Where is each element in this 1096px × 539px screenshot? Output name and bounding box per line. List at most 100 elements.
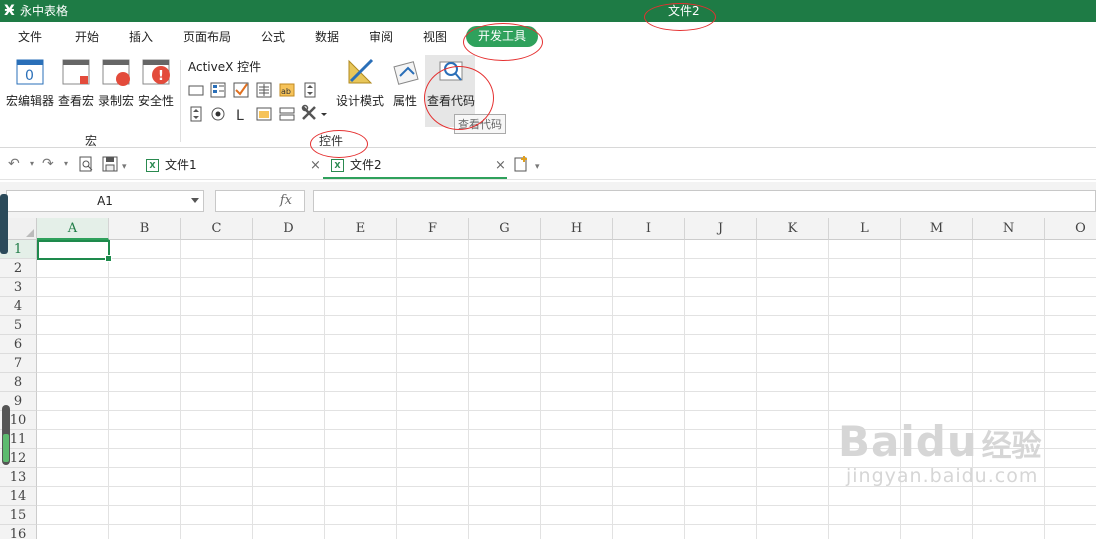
watermark-url: jingyan.baidu.com [846, 465, 1039, 487]
design-mode-button[interactable]: 设计模式 [336, 58, 384, 109]
row-header[interactable]: 7 [0, 354, 37, 373]
row-header[interactable]: 8 [0, 373, 37, 392]
formula-input[interactable] [313, 190, 1096, 212]
row-header[interactable]: 14 [0, 487, 37, 506]
fx-icon[interactable]: fx [280, 193, 292, 208]
active-cell-a1[interactable] [37, 240, 112, 262]
menu-data[interactable]: 数据 [315, 30, 339, 45]
row-header[interactable]: 5 [0, 316, 37, 335]
view-macros-label: 查看宏 [58, 94, 95, 108]
column-header[interactable]: B [109, 218, 181, 240]
list-box-icon[interactable] [256, 82, 272, 98]
row-header[interactable]: 6 [0, 335, 37, 354]
scroll-bar-icon[interactable] [302, 82, 318, 98]
watermark-brand: Bai [838, 417, 916, 466]
column-header[interactable]: A [37, 218, 109, 240]
redo-dropdown-icon[interactable]: ▾ [64, 157, 68, 171]
macro-editor-icon: 0 [16, 58, 44, 86]
app-logo-icon: Ӿ [4, 3, 15, 19]
column-header[interactable]: F [397, 218, 469, 240]
macro-editor-button[interactable]: 0 宏编辑器 [6, 58, 54, 109]
redo-icon[interactable]: ↷ [42, 157, 54, 171]
spreadsheet-icon: X [331, 159, 344, 172]
command-button-icon[interactable] [188, 82, 204, 98]
combo-box-icon[interactable] [210, 82, 226, 98]
column-header[interactable]: H [541, 218, 613, 240]
menu-file[interactable]: 文件 [18, 30, 42, 45]
tab-file1-label: 文件1 [165, 158, 197, 172]
record-macro-label: 录制宏 [98, 94, 135, 108]
menu-home[interactable]: 开始 [75, 30, 99, 45]
side-panel-handle[interactable] [0, 194, 8, 254]
text-box-icon[interactable]: ab [279, 82, 295, 98]
column-header[interactable]: G [469, 218, 541, 240]
row-header[interactable]: 15 [0, 506, 37, 525]
column-header[interactable]: C [181, 218, 253, 240]
column-header[interactable]: K [757, 218, 829, 240]
tab-file2[interactable]: X 文件2 [323, 155, 507, 179]
menu-insert[interactable]: 插入 [129, 30, 153, 45]
new-tab-dropdown-icon[interactable]: ▾ [535, 160, 540, 174]
macro-group-label: 宏 [85, 134, 98, 148]
svg-text:ab: ab [281, 87, 291, 96]
column-header[interactable]: M [901, 218, 973, 240]
name-box-value: A1 [97, 194, 113, 208]
view-code-label: 查看代码 [426, 94, 475, 108]
image-control-icon[interactable] [256, 106, 272, 122]
svg-text:0: 0 [25, 68, 34, 84]
side-scroll-handle[interactable] [2, 405, 10, 465]
column-header[interactable]: L [829, 218, 901, 240]
properties-button[interactable]: 属性 [392, 58, 420, 109]
view-macros-button[interactable]: 查看宏 [58, 58, 94, 109]
cells-area[interactable] [37, 240, 1096, 539]
view-code-button[interactable]: 查看代码 [426, 58, 476, 109]
insert-function-box[interactable]: fx [215, 190, 305, 212]
menu-review[interactable]: 审阅 [369, 30, 393, 45]
spin-button-icon[interactable] [188, 106, 204, 122]
menu-page-layout[interactable]: 页面布局 [183, 30, 231, 45]
record-macro-button[interactable]: 录制宏 [98, 58, 134, 109]
column-header[interactable]: J [685, 218, 757, 240]
svg-text:!: ! [158, 69, 164, 84]
svg-text:L: L [236, 108, 244, 122]
title-bar: Ӿ 永中表格 文件2 [0, 0, 1096, 22]
option-button-icon[interactable] [210, 106, 226, 122]
undo-dropdown-icon[interactable]: ▾ [30, 157, 34, 171]
menu-developer-tools[interactable]: 开发工具 [466, 26, 539, 47]
row-header[interactable]: 4 [0, 297, 37, 316]
tab-file1[interactable]: X 文件1 [146, 155, 197, 179]
close-tab-file2-icon[interactable]: × [495, 158, 506, 173]
column-header[interactable]: E [325, 218, 397, 240]
save-icon[interactable] [102, 156, 118, 172]
new-tab-icon[interactable] [513, 156, 529, 172]
undo-icon[interactable]: ↶ [8, 157, 20, 171]
toggle-button-icon[interactable] [279, 106, 295, 122]
menu-view[interactable]: 视图 [423, 30, 447, 45]
baidu-jingyan-watermark: Baidu 经验 jingyan.baidu.com [838, 417, 1042, 488]
menu-bar: 文件 开始 插入 页面布局 公式 数据 审阅 视图 开发工具 [0, 22, 1096, 52]
more-controls-icon[interactable] [301, 104, 327, 124]
label-control-icon[interactable]: L [233, 106, 249, 122]
row-header[interactable]: 16 [0, 525, 37, 539]
name-box[interactable]: A1 [6, 190, 204, 212]
checkbox-icon[interactable] [233, 82, 249, 98]
properties-icon [392, 58, 420, 86]
menu-formulas[interactable]: 公式 [261, 30, 285, 45]
spreadsheet-icon: X [146, 159, 159, 172]
column-header[interactable]: I [613, 218, 685, 240]
macro-security-label: 安全性 [138, 94, 175, 108]
column-header[interactable]: N [973, 218, 1045, 240]
macro-security-button[interactable]: ! 安全性 [138, 58, 174, 109]
customize-toolbar-icon[interactable]: ▾ [122, 160, 127, 174]
column-header[interactable]: O [1045, 218, 1096, 240]
print-preview-icon[interactable] [78, 156, 94, 172]
row-header[interactable]: 3 [0, 278, 37, 297]
app-name: 永中表格 [20, 4, 69, 18]
design-mode-icon [346, 58, 374, 86]
row-header[interactable]: 2 [0, 259, 37, 278]
close-tab-file1-icon[interactable]: × [310, 158, 321, 173]
column-header[interactable]: D [253, 218, 325, 240]
view-code-icon [437, 58, 465, 86]
row-header[interactable]: 13 [0, 468, 37, 487]
name-box-dropdown-icon[interactable] [191, 198, 199, 203]
